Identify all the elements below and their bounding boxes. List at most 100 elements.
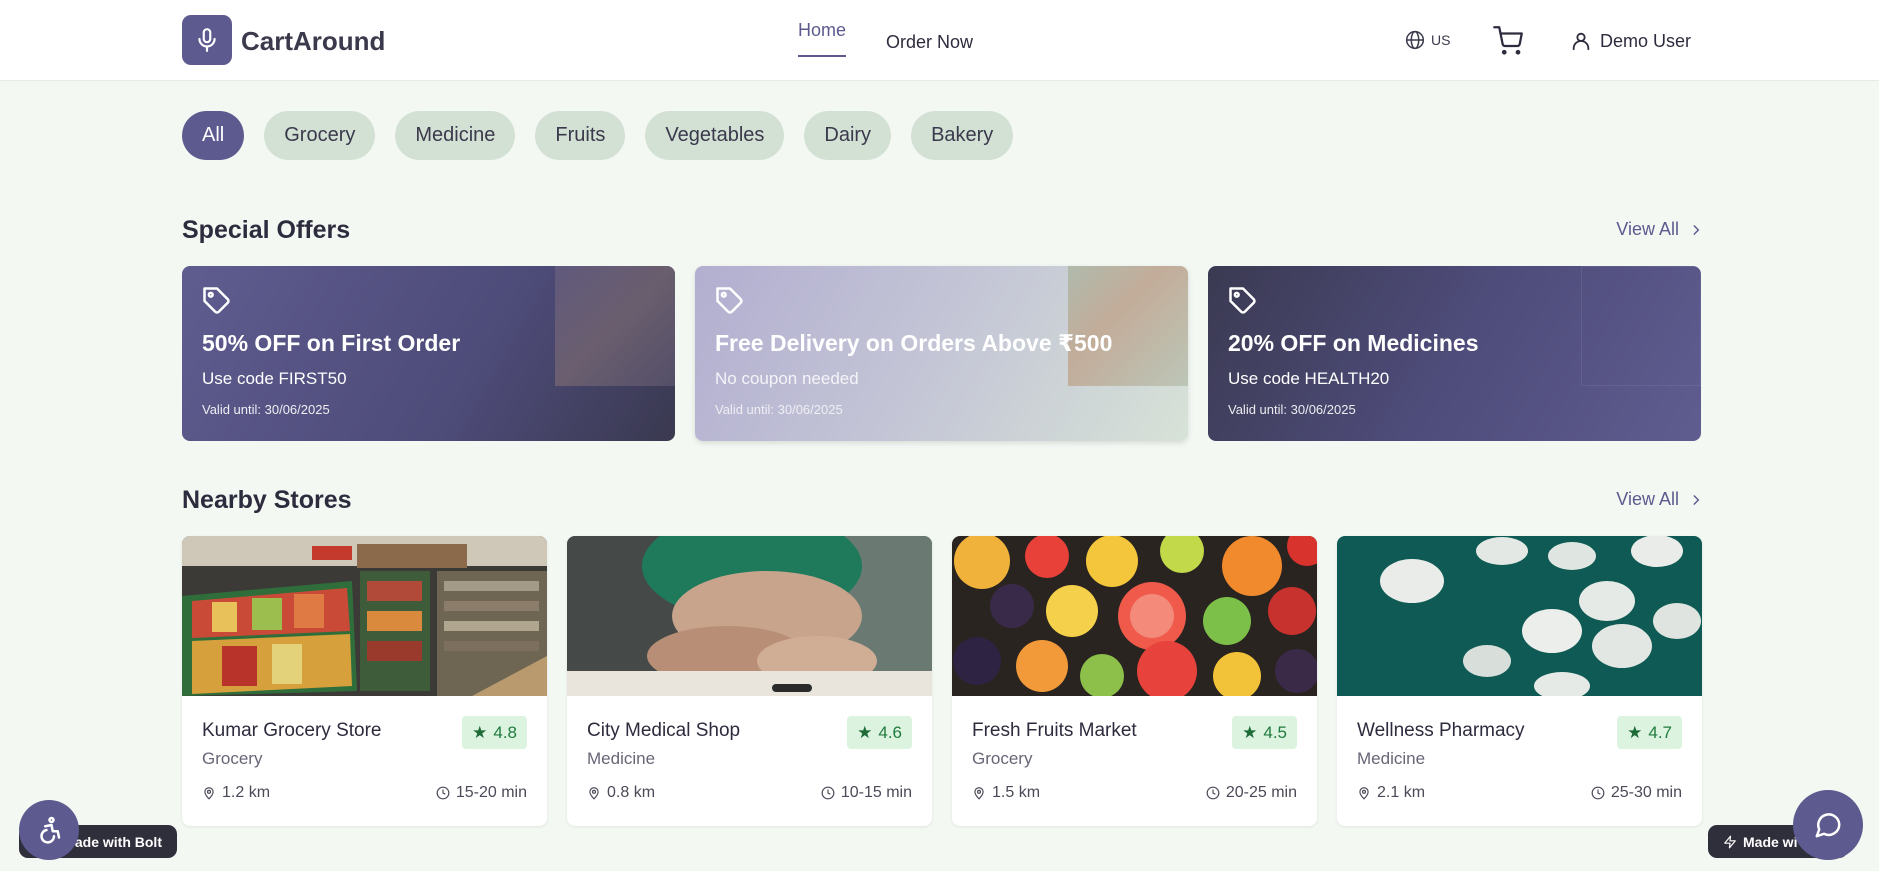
special-offers-heading: Special Offers xyxy=(182,216,351,244)
store-category: Grocery xyxy=(972,749,1033,768)
distance-value: 1.5 km xyxy=(992,784,1041,801)
store-delivery-time: 10-15 min xyxy=(821,784,912,802)
store-card[interactable]: Fresh Fruits Market Grocery ★ 4.5 1.5 km… xyxy=(952,536,1317,826)
nav-home-link[interactable]: Home xyxy=(798,20,847,57)
offer-validity: Valid until: 30/06/2025 xyxy=(715,402,843,417)
user-icon xyxy=(1572,32,1590,51)
store-distance: 1.5 km xyxy=(972,784,1040,802)
store-category: Medicine xyxy=(1357,749,1426,768)
rating-badge: ★ 4.5 xyxy=(1232,716,1297,749)
language-code: US xyxy=(1431,32,1451,48)
chat-button[interactable] xyxy=(1793,790,1863,860)
special-offers-view-all-link[interactable]: View All xyxy=(1616,219,1703,240)
clock-icon xyxy=(1591,786,1605,800)
distance-value: 2.1 km xyxy=(1377,784,1426,801)
store-card[interactable]: Kumar Grocery Store Grocery ★ 4.8 1.2 km… xyxy=(182,536,547,826)
category-filter-bar: All Grocery Medicine Fruits Vegetables D… xyxy=(182,111,1014,160)
distance-value: 1.2 km xyxy=(222,784,271,801)
accessibility-button[interactable] xyxy=(19,800,79,860)
store-image xyxy=(1337,536,1702,696)
offer-validity: Valid until: 30/06/2025 xyxy=(1228,402,1356,417)
tag-icon xyxy=(1229,287,1256,314)
chevron-right-icon xyxy=(1693,494,1700,505)
logo[interactable] xyxy=(182,15,232,65)
rating-value: 4.7 xyxy=(1648,722,1672,742)
star-icon: ★ xyxy=(1242,722,1258,742)
star-icon: ★ xyxy=(857,722,873,742)
store-delivery-time: 25-30 min xyxy=(1591,784,1682,802)
lightning-icon xyxy=(1724,835,1736,848)
store-image xyxy=(567,536,932,696)
rating-badge: ★ 4.7 xyxy=(1617,716,1682,749)
view-all-label: View All xyxy=(1616,489,1679,509)
offer-image xyxy=(1581,266,1701,386)
rating-badge: ★ 4.8 xyxy=(462,716,527,749)
offer-card[interactable]: 50% OFF on First Order Use code FIRST50 … xyxy=(182,266,675,441)
cart-icon xyxy=(1493,26,1523,55)
clock-icon xyxy=(821,786,835,800)
tag-icon xyxy=(203,287,230,314)
store-name: Kumar Grocery Store xyxy=(202,720,382,741)
offer-subtitle: Use code FIRST50 xyxy=(202,369,347,388)
time-value: 25-30 min xyxy=(1610,784,1682,801)
distance-value: 0.8 km xyxy=(607,784,656,801)
star-icon: ★ xyxy=(472,722,488,742)
category-chip-all[interactable]: All xyxy=(182,111,245,160)
store-delivery-time: 15-20 min xyxy=(436,784,527,802)
store-category: Grocery xyxy=(202,749,263,768)
accessibility-icon xyxy=(40,816,61,844)
offer-subtitle: Use code HEALTH20 xyxy=(1228,369,1390,388)
nearby-stores-view-all-link[interactable]: View All xyxy=(1616,489,1703,510)
category-chip-grocery[interactable]: Grocery xyxy=(264,111,376,160)
offer-title: 20% OFF on Medicines xyxy=(1228,330,1479,356)
store-distance: 2.1 km xyxy=(1357,784,1425,802)
top-nav-bar: CartAround Home Order Now US Demo User xyxy=(0,0,1879,81)
offer-card[interactable]: Free Delivery on Orders Above ₹500 No co… xyxy=(695,266,1188,441)
nav-order-now-link[interactable]: Order Now xyxy=(886,32,973,53)
category-chip-fruits[interactable]: Fruits xyxy=(535,111,626,160)
globe-icon xyxy=(1405,30,1425,50)
offer-card[interactable]: 20% OFF on Medicines Use code HEALTH20 V… xyxy=(1208,266,1701,441)
tag-icon xyxy=(716,287,743,314)
brand-name[interactable]: CartAround xyxy=(241,26,385,57)
store-name: City Medical Shop xyxy=(587,720,741,741)
star-icon: ★ xyxy=(1627,722,1643,742)
rating-badge: ★ 4.6 xyxy=(847,716,912,749)
map-pin-icon xyxy=(589,787,599,800)
store-distance: 0.8 km xyxy=(587,784,655,802)
store-image xyxy=(952,536,1317,696)
map-pin-icon xyxy=(1359,787,1369,800)
category-chip-medicine[interactable]: Medicine xyxy=(395,111,516,160)
map-pin-icon xyxy=(204,787,214,800)
rating-value: 4.6 xyxy=(878,722,902,742)
user-name: Demo User xyxy=(1600,30,1692,51)
user-menu[interactable]: Demo User xyxy=(1570,30,1691,52)
store-image xyxy=(182,536,547,696)
store-category: Medicine xyxy=(587,749,656,768)
cart-button[interactable] xyxy=(1493,26,1523,61)
rating-value: 4.8 xyxy=(493,722,517,742)
rating-value: 4.5 xyxy=(1263,722,1287,742)
view-all-label: View All xyxy=(1616,219,1679,239)
map-pin-icon xyxy=(974,787,984,800)
category-chip-vegetables[interactable]: Vegetables xyxy=(645,111,785,160)
store-name: Fresh Fruits Market xyxy=(972,720,1137,741)
microphone-icon xyxy=(198,28,216,52)
offer-image xyxy=(1068,266,1188,386)
store-card[interactable]: Wellness Pharmacy Medicine ★ 4.7 2.1 km … xyxy=(1337,536,1702,826)
store-distance: 1.2 km xyxy=(202,784,270,802)
chevron-right-icon xyxy=(1693,224,1700,235)
clock-icon xyxy=(436,786,450,800)
category-chip-dairy[interactable]: Dairy xyxy=(804,111,892,160)
nearby-stores-heading: Nearby Stores xyxy=(182,486,352,514)
store-card[interactable]: City Medical Shop Medicine ★ 4.6 0.8 km … xyxy=(567,536,932,826)
offer-validity: Valid until: 30/06/2025 xyxy=(202,402,330,417)
offer-title: Free Delivery on Orders Above ₹500 xyxy=(715,330,1113,356)
store-name: Wellness Pharmacy xyxy=(1357,720,1525,741)
offer-subtitle: No coupon needed xyxy=(715,369,859,388)
category-chip-bakery[interactable]: Bakery xyxy=(911,111,1014,160)
store-delivery-time: 20-25 min xyxy=(1206,784,1297,802)
offer-title: 50% OFF on First Order xyxy=(202,330,461,356)
time-value: 20-25 min xyxy=(1225,784,1297,801)
language-selector[interactable]: US xyxy=(1405,30,1450,50)
